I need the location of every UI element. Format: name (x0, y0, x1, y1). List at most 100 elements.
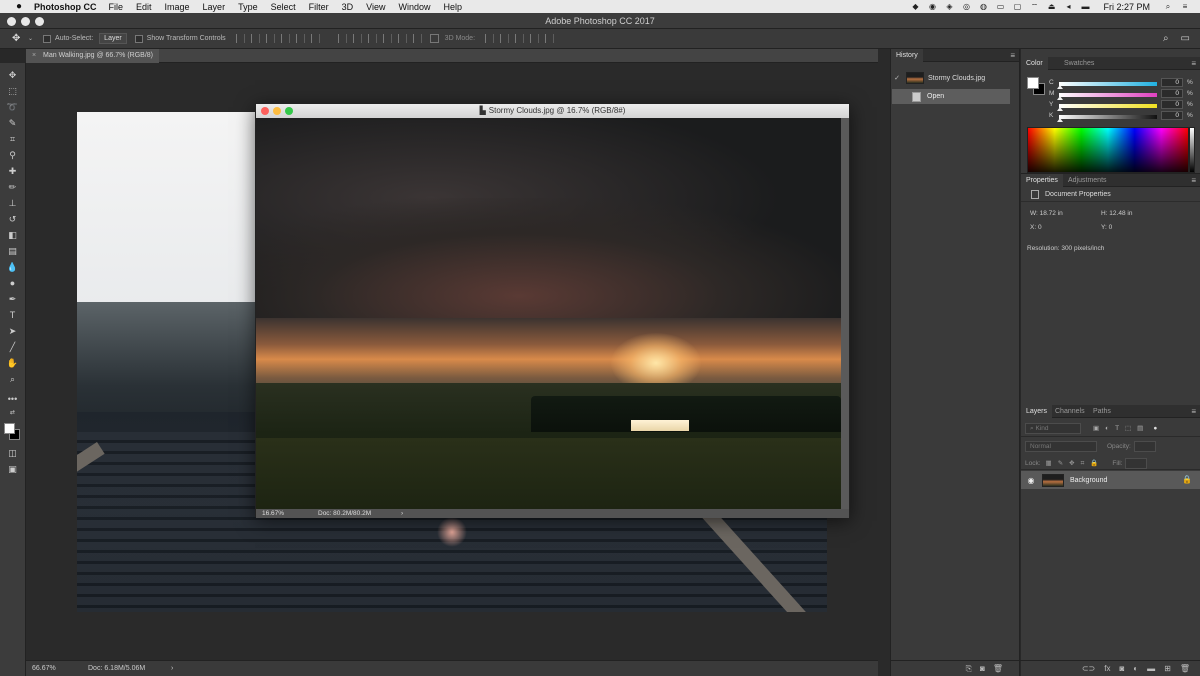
doc-height-field[interactable]: H: 12.48 in (1101, 210, 1132, 217)
close-tab-icon[interactable]: × (32, 52, 36, 59)
stormy-clouds-image[interactable] (256, 118, 841, 509)
zoom-window-button[interactable] (35, 17, 44, 26)
yellow-slider[interactable] (1059, 104, 1157, 108)
new-group-icon[interactable]: ▬ (1147, 664, 1155, 673)
cyan-value-input[interactable]: 0 (1161, 78, 1183, 87)
cyan-slider[interactable] (1059, 82, 1157, 86)
new-snapshot-icon[interactable]: ◙ (980, 664, 985, 673)
menu-file[interactable]: File (109, 2, 124, 12)
history-brush-source-icon[interactable]: ✓ (892, 74, 902, 82)
close-floating-window-button[interactable] (261, 107, 269, 115)
layer-kind-filter[interactable]: ⌕ Kind (1025, 422, 1081, 434)
sync-icon[interactable]: ◉ (927, 2, 937, 11)
lasso-tool-icon[interactable]: ➰ (5, 101, 20, 114)
brush-tool-icon[interactable]: ✏ (5, 181, 20, 194)
quick-mask-icon[interactable]: ◫ (5, 447, 20, 460)
align-vertical-centers-icon[interactable] (250, 34, 260, 43)
dropbox-icon[interactable]: ◆ (910, 2, 920, 11)
app-menu[interactable]: Photoshop CC (34, 2, 97, 12)
path-selection-tool-icon[interactable]: ➤ (5, 325, 20, 338)
messages-icon[interactable]: ▭ (995, 2, 1005, 11)
tool-preset-chevron-icon[interactable]: ⌄ (28, 35, 33, 42)
3d-pan-icon[interactable] (515, 34, 525, 43)
healing-brush-tool-icon[interactable]: ✚ (5, 165, 20, 178)
workspace-switcher-icon[interactable]: ▭ (1181, 33, 1190, 44)
history-panel-menu-icon[interactable]: ≡ (1010, 49, 1015, 62)
notification-center-icon[interactable]: ≡ (1180, 2, 1190, 11)
history-snapshot[interactable]: ✓ Stormy Clouds.jpg (892, 69, 1010, 87)
grayscale-ramp[interactable] (1189, 127, 1195, 173)
distribute-top-icon[interactable] (337, 34, 347, 43)
dodge-tool-icon[interactable]: ● (5, 277, 20, 290)
swap-colors-icon[interactable]: ⇄ (5, 407, 20, 420)
align-bottom-edges-icon[interactable] (265, 34, 275, 43)
lock-option-icons[interactable]: ▦✎✥⌗🔒 (1046, 459, 1105, 468)
move-tool-icon[interactable]: ✥ (5, 69, 20, 82)
history-state-open[interactable]: Open (892, 89, 1010, 104)
doc-y-field[interactable]: Y: 0 (1101, 224, 1112, 231)
eject-icon[interactable]: ⏏ (1046, 2, 1056, 11)
tab-paths[interactable]: Paths (1088, 405, 1116, 418)
3d-slide-icon[interactable] (530, 34, 540, 43)
color-spectrum-ramp[interactable] (1027, 127, 1189, 173)
history-brush-tool-icon[interactable]: ↺ (5, 213, 20, 226)
tab-color[interactable]: Color (1021, 57, 1048, 70)
display-icon[interactable]: ▢ (1012, 2, 1022, 11)
3d-scale-icon[interactable] (545, 34, 555, 43)
zoom-level[interactable]: 66.67% (32, 661, 56, 676)
tab-history[interactable]: History (891, 49, 923, 62)
crop-tool-icon[interactable]: ⌗ (5, 133, 20, 146)
menu-clock[interactable]: Fri 2:27 PM (1103, 2, 1150, 12)
pen-tool-icon[interactable]: ✒ (5, 293, 20, 306)
hand-tool-icon[interactable]: ✋ (5, 357, 20, 370)
record-icon[interactable]: ◍ (978, 2, 988, 11)
auto-select-checkbox[interactable] (43, 34, 52, 43)
new-document-from-state-icon[interactable]: ⎘ (966, 664, 972, 674)
menu-edit[interactable]: Edit (136, 2, 152, 12)
apple-menu-icon[interactable]: ● (12, 1, 26, 12)
volume-icon[interactable]: ◂ (1063, 2, 1073, 11)
opacity-input[interactable] (1133, 440, 1156, 452)
fill-input[interactable] (1125, 457, 1148, 469)
delete-state-icon[interactable]: 🗑 (993, 664, 1003, 673)
tab-man-walking[interactable]: × Man Walking.jpg @ 66.7% (RGB/8) (26, 49, 159, 63)
layer-visibility-eye-icon[interactable]: ◉ (1024, 476, 1038, 485)
doc-width-field[interactable]: W: 18.72 in (1030, 210, 1063, 217)
auto-align-icon[interactable] (429, 34, 439, 43)
delete-layer-icon[interactable]: 🗑 (1180, 664, 1190, 673)
align-right-edges-icon[interactable] (310, 34, 320, 43)
distribute-right-icon[interactable] (412, 34, 422, 43)
align-top-edges-icon[interactable] (235, 34, 245, 43)
status-menu-arrow[interactable]: › (171, 661, 173, 676)
layers-panel-menu-icon[interactable]: ≡ (1191, 405, 1196, 418)
tab-layers[interactable]: Layers (1021, 405, 1053, 418)
minimize-window-button[interactable] (21, 17, 30, 26)
gradient-tool-icon[interactable]: ▤ (5, 245, 20, 258)
tab-properties[interactable]: Properties (1021, 174, 1063, 187)
menu-help[interactable]: Help (443, 2, 462, 12)
layer-filter-type-icons[interactable]: ▣◐T⬚▤ (1093, 424, 1149, 432)
line-tool-icon[interactable]: ╱ (5, 341, 20, 354)
battery-icon[interactable]: ▬ (1080, 2, 1090, 11)
minimize-floating-window-button[interactable] (273, 107, 281, 115)
layer-effects-icon[interactable]: fx (1104, 664, 1110, 673)
more-tools-icon[interactable]: ••• (5, 393, 20, 406)
black-slider-handle[interactable] (1057, 118, 1063, 122)
magenta-value-input[interactable]: 0 (1161, 89, 1183, 98)
color-panel-menu-icon[interactable]: ≡ (1191, 57, 1196, 70)
menu-layer[interactable]: Layer (203, 2, 226, 12)
blend-mode-dropdown[interactable]: Normal (1025, 440, 1097, 452)
yellow-slider-handle[interactable] (1057, 107, 1063, 111)
color-foreground-swatch[interactable] (1027, 77, 1039, 89)
magenta-slider-handle[interactable] (1057, 96, 1063, 100)
eraser-tool-icon[interactable]: ◧ (5, 229, 20, 242)
tab-swatches[interactable]: Swatches (1059, 57, 1099, 70)
layer-row-background[interactable]: ◉ Background 🔒 (1021, 471, 1200, 489)
close-window-button[interactable] (7, 17, 16, 26)
tab-adjustments[interactable]: Adjustments (1063, 174, 1112, 187)
quick-selection-tool-icon[interactable]: ✎ (5, 117, 20, 130)
distribute-left-icon[interactable] (382, 34, 392, 43)
adjustment-layer-icon[interactable]: ◐ (1133, 664, 1138, 673)
align-left-edges-icon[interactable] (280, 34, 290, 43)
black-slider[interactable] (1059, 115, 1157, 119)
